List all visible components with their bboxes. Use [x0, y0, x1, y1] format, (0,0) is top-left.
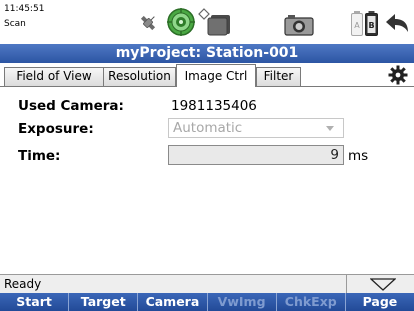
mode-label: Scan: [4, 19, 26, 29]
exposure-label: Exposure:: [18, 121, 94, 137]
image-ctrl-panel: Used Camera: 1981135406 Exposure: Automa…: [0, 87, 414, 274]
page-title: myProject: Station-001: [115, 45, 299, 61]
target-button[interactable]: Target: [69, 293, 139, 311]
svg-text:B: B: [368, 21, 374, 30]
time-input[interactable]: 9: [168, 145, 344, 165]
camera-icon[interactable]: [284, 14, 314, 36]
tab-filter[interactable]: Filter: [256, 67, 301, 86]
battery-b-icon: B: [365, 11, 378, 36]
start-button[interactable]: Start: [0, 293, 70, 311]
exposure-select[interactable]: Automatic: [168, 118, 344, 138]
status-text: Ready: [4, 277, 42, 291]
battery-a-icon: A: [351, 11, 363, 36]
exposure-select-value: Automatic: [173, 120, 243, 136]
status-bar: Ready: [0, 274, 414, 293]
top-status-bar: 11:45:51 Scan A B: [0, 0, 414, 44]
status-divider: [346, 275, 347, 293]
page-button[interactable]: Page: [345, 293, 414, 311]
camera-button[interactable]: Camera: [138, 293, 208, 311]
back-arrow-icon[interactable]: [384, 12, 410, 34]
svg-text:A: A: [354, 21, 360, 30]
softkey-bar: Start Target Camera VwImg ChkExp Page: [0, 293, 414, 311]
chevron-down-icon: [326, 126, 334, 131]
satellite-icon[interactable]: [137, 12, 159, 34]
page-down-triangle-icon[interactable]: [370, 278, 396, 291]
tab-bar: Field of View Resolution Image Ctrl Filt…: [0, 63, 414, 87]
tab-resolution[interactable]: Resolution: [103, 67, 176, 86]
tab-image-ctrl[interactable]: Image Ctrl: [176, 64, 256, 87]
view-image-button[interactable]: VwImg: [207, 293, 277, 311]
used-camera-value: 1981135406: [171, 98, 257, 114]
used-camera-label: Used Camera:: [18, 98, 124, 114]
tab-field-of-view[interactable]: Field of View: [4, 67, 104, 86]
clock: 11:45:51: [4, 4, 45, 14]
time-label: Time:: [18, 148, 61, 164]
gear-icon[interactable]: [388, 65, 408, 85]
memory-card-icon[interactable]: [207, 14, 231, 36]
check-exposure-button[interactable]: ChkExp: [276, 293, 346, 311]
title-bar: myProject: Station-001: [0, 44, 414, 63]
time-unit: ms: [348, 148, 369, 164]
target-prism-icon[interactable]: [166, 7, 196, 37]
